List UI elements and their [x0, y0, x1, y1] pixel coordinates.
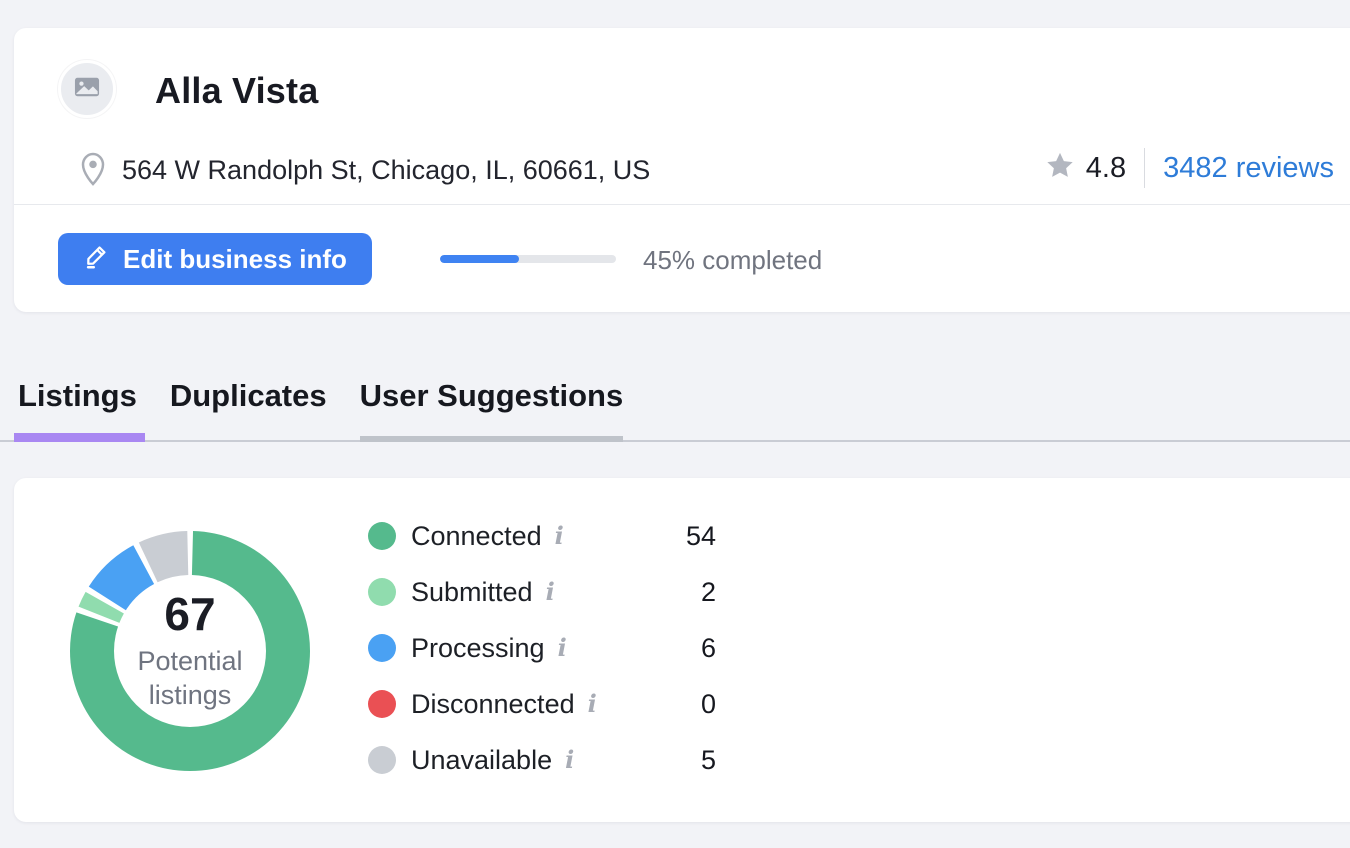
legend-label: Connected: [411, 521, 542, 552]
legend-label: Disconnected: [411, 689, 575, 720]
legend-dot-unavailable: [368, 746, 396, 774]
star-icon: [1044, 150, 1076, 187]
legend-row-processing: Processing i 6: [368, 620, 716, 676]
legend-dot-submitted: [368, 578, 396, 606]
reviews-link[interactable]: 3482 reviews: [1163, 152, 1334, 185]
business-address: 564 W Randolph St, Chicago, IL, 60661, U…: [122, 155, 650, 186]
edit-business-info-button[interactable]: Edit business info: [58, 233, 372, 285]
image-placeholder-icon: [70, 70, 104, 109]
legend-row-submitted: Submitted i 2: [368, 564, 716, 620]
profile-completion-progressbar: [440, 255, 616, 263]
legend-count: 5: [701, 745, 716, 776]
tab-bar: Listings Duplicates User Suggestions: [0, 378, 1350, 442]
listings-summary-card: 67 Potential listings Connected i 54 Sub…: [14, 478, 1350, 822]
legend-dot-processing: [368, 634, 396, 662]
legend-dot-connected: [368, 522, 396, 550]
info-icon[interactable]: i: [555, 524, 564, 548]
location-pin-icon: [78, 151, 108, 192]
legend-count: 0: [701, 689, 716, 720]
progress-label: 45% completed: [643, 245, 822, 276]
info-icon[interactable]: i: [588, 692, 597, 716]
info-icon[interactable]: i: [558, 636, 567, 660]
legend-label: Processing: [411, 633, 545, 664]
legend-count: 6: [701, 633, 716, 664]
legend-row-unavailable: Unavailable i 5: [368, 732, 716, 788]
legend-label: Submitted: [411, 577, 533, 608]
legend-count: 2: [701, 577, 716, 608]
legend: Connected i 54 Submitted i 2 Processing …: [368, 508, 716, 788]
info-icon[interactable]: i: [565, 748, 574, 772]
tab-user-suggestions[interactable]: User Suggestions: [360, 378, 624, 440]
card-divider: [14, 204, 1350, 205]
rating-group: 4.8 3482 reviews: [1044, 148, 1334, 188]
business-photo-placeholder[interactable]: [58, 60, 116, 118]
tab-duplicates[interactable]: Duplicates: [170, 378, 327, 440]
edit-button-label: Edit business info: [123, 244, 347, 275]
tab-listings[interactable]: Listings: [18, 378, 137, 440]
donut-chart[interactable]: 67 Potential listings: [70, 531, 310, 771]
rating-value: 4.8: [1086, 152, 1126, 185]
progress-fill: [440, 255, 519, 263]
pencil-icon: [83, 242, 110, 276]
legend-count: 54: [686, 521, 716, 552]
legend-row-connected: Connected i 54: [368, 508, 716, 564]
business-header-card: Alla Vista 564 W Randolph St, Chicago, I…: [14, 28, 1350, 312]
legend-dot-disconnected: [368, 690, 396, 718]
business-name: Alla Vista: [155, 70, 318, 112]
vertical-divider: [1144, 148, 1145, 188]
legend-row-disconnected: Disconnected i 0: [368, 676, 716, 732]
legend-label: Unavailable: [411, 745, 552, 776]
info-icon[interactable]: i: [546, 580, 555, 604]
